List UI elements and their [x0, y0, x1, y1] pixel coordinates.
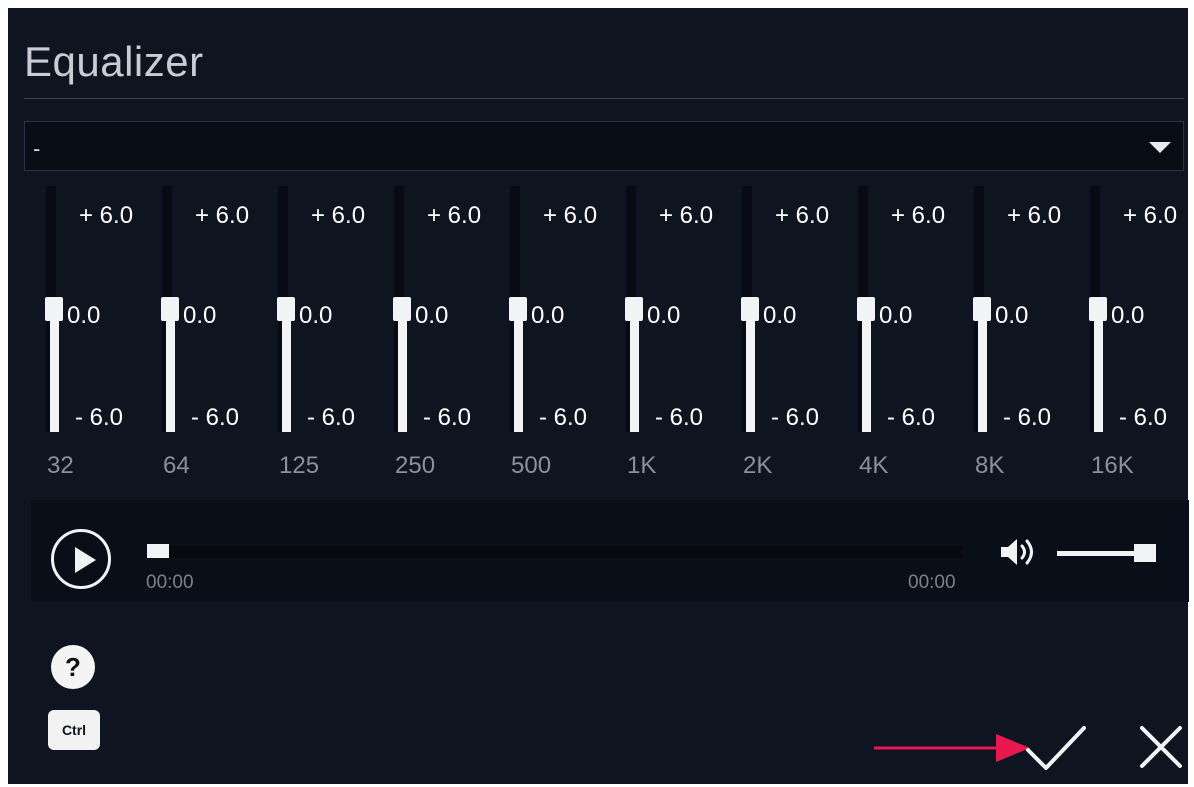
- band-min-label: - 6.0: [423, 404, 472, 431]
- speaker-volume-icon[interactable]: [999, 535, 1039, 569]
- band-frequency-label: 4K: [859, 452, 889, 479]
- slider-fill: [862, 309, 871, 432]
- play-icon: [75, 547, 96, 573]
- band-slider: + 6.0 0.0 - 6.0 8K: [952, 186, 1068, 486]
- band-min-label: - 6.0: [307, 404, 356, 431]
- band-frequency-label: 64: [163, 452, 190, 479]
- slider-fill: [50, 309, 59, 432]
- band-slider: + 6.0 0.0 - 6.0 500: [488, 186, 604, 486]
- band-slider: + 6.0 0.0 - 6.0 1K: [604, 186, 720, 486]
- band-value-label: 0.0: [763, 302, 797, 329]
- slider-handle[interactable]: [857, 297, 875, 321]
- slider-fill: [978, 309, 987, 432]
- time-current: 00:00: [146, 572, 194, 593]
- slider-handle[interactable]: [393, 297, 411, 321]
- band-value-label: 0.0: [995, 302, 1029, 329]
- band-slider: + 6.0 0.0 - 6.0 4K: [836, 186, 952, 486]
- band-slider: + 6.0 0.0 - 6.0 250: [372, 186, 488, 486]
- band-value-label: 0.0: [879, 302, 913, 329]
- band-max-label: + 6.0: [1123, 202, 1178, 229]
- band-min-label: - 6.0: [539, 404, 588, 431]
- band-value-label: 0.0: [647, 302, 681, 329]
- band-frequency-label: 500: [511, 452, 552, 479]
- band-frequency-label: 32: [47, 452, 74, 479]
- band-max-label: + 6.0: [659, 202, 714, 229]
- band-max-label: + 6.0: [311, 202, 366, 229]
- slider-fill: [746, 309, 755, 432]
- band-value-label: 0.0: [183, 302, 217, 329]
- band-min-label: - 6.0: [75, 404, 124, 431]
- volume-slider[interactable]: [1057, 551, 1141, 556]
- band-max-label: + 6.0: [195, 202, 250, 229]
- play-button[interactable]: [51, 529, 111, 589]
- band-value-label: 0.0: [67, 302, 101, 329]
- preset-dropdown[interactable]: -: [24, 121, 1184, 171]
- slider-handle[interactable]: [973, 297, 991, 321]
- band-slider: + 6.0 0.0 - 6.0 2K: [720, 186, 836, 486]
- slider-handle[interactable]: [741, 297, 759, 321]
- band-max-label: + 6.0: [79, 202, 134, 229]
- band-frequency-label: 125: [279, 452, 320, 479]
- preset-value: -: [33, 136, 41, 161]
- band-value-label: 0.0: [415, 302, 449, 329]
- ctrl-key-button[interactable]: Ctrl: [48, 710, 100, 750]
- red-arrow-pointer: [874, 734, 1030, 762]
- band-frequency-label: 250: [395, 452, 436, 479]
- slider-fill: [282, 309, 291, 432]
- band-max-label: + 6.0: [1007, 202, 1062, 229]
- slider-handle[interactable]: [1089, 297, 1107, 321]
- audio-player: 00:00 00:00: [31, 500, 1189, 602]
- band-frequency-label: 8K: [975, 452, 1005, 479]
- slider-fill: [630, 309, 639, 432]
- equalizer-dialog: Equalizer - + 6.0 0.0- 6.0 32 + 6.0 0.0- 6.0…: [8, 8, 1189, 784]
- band-value-label: 0.0: [1111, 302, 1145, 329]
- band-min-label: - 6.0: [191, 404, 240, 431]
- band-min-label: - 6.0: [655, 404, 704, 431]
- volume-handle[interactable]: [1134, 544, 1156, 562]
- slider-fill: [1094, 309, 1103, 432]
- band-frequency-label: 2K: [743, 452, 773, 479]
- slider-handle[interactable]: [45, 297, 63, 321]
- time-total: 00:00: [908, 572, 956, 593]
- band-max-label: + 6.0: [891, 202, 946, 229]
- band-slider: + 6.0 0.0 - 6.0 32: [24, 186, 140, 486]
- title-divider: [24, 98, 1184, 99]
- slider-fill: [166, 309, 175, 432]
- seek-bar[interactable]: [147, 546, 963, 558]
- checkmark-icon[interactable]: [1022, 722, 1088, 776]
- x-close-icon[interactable]: [1136, 722, 1186, 772]
- slider-handle[interactable]: [625, 297, 643, 321]
- band-value-label: 0.0: [531, 302, 565, 329]
- band-frequency-label: 1K: [627, 452, 657, 479]
- slider-handle[interactable]: [161, 297, 179, 321]
- band-slider: + 6.0 0.0 - 6.0 64: [140, 186, 256, 486]
- band-slider: + 6.0 0.0 - 6.0 125: [256, 186, 372, 486]
- band-slider: + 6.0 0.0 - 6.0 16K: [1068, 186, 1184, 486]
- help-button[interactable]: ?: [51, 645, 95, 689]
- slider-fill: [398, 309, 407, 432]
- band-frequency-label: 16K: [1091, 452, 1134, 479]
- band-max-label: + 6.0: [775, 202, 830, 229]
- slider-fill: [514, 309, 523, 432]
- slider-handle[interactable]: [509, 297, 527, 321]
- band-min-label: - 6.0: [1003, 404, 1052, 431]
- band-max-label: + 6.0: [427, 202, 482, 229]
- band-value-label: 0.0: [299, 302, 333, 329]
- slider-handle[interactable]: [277, 297, 295, 321]
- dialog-title: Equalizer: [24, 38, 204, 85]
- band-min-label: - 6.0: [1119, 404, 1168, 431]
- seek-handle[interactable]: [147, 544, 169, 558]
- band-min-label: - 6.0: [887, 404, 936, 431]
- band-max-label: + 6.0: [543, 202, 598, 229]
- caret-down-icon[interactable]: [1149, 142, 1171, 153]
- band-min-label: - 6.0: [771, 404, 820, 431]
